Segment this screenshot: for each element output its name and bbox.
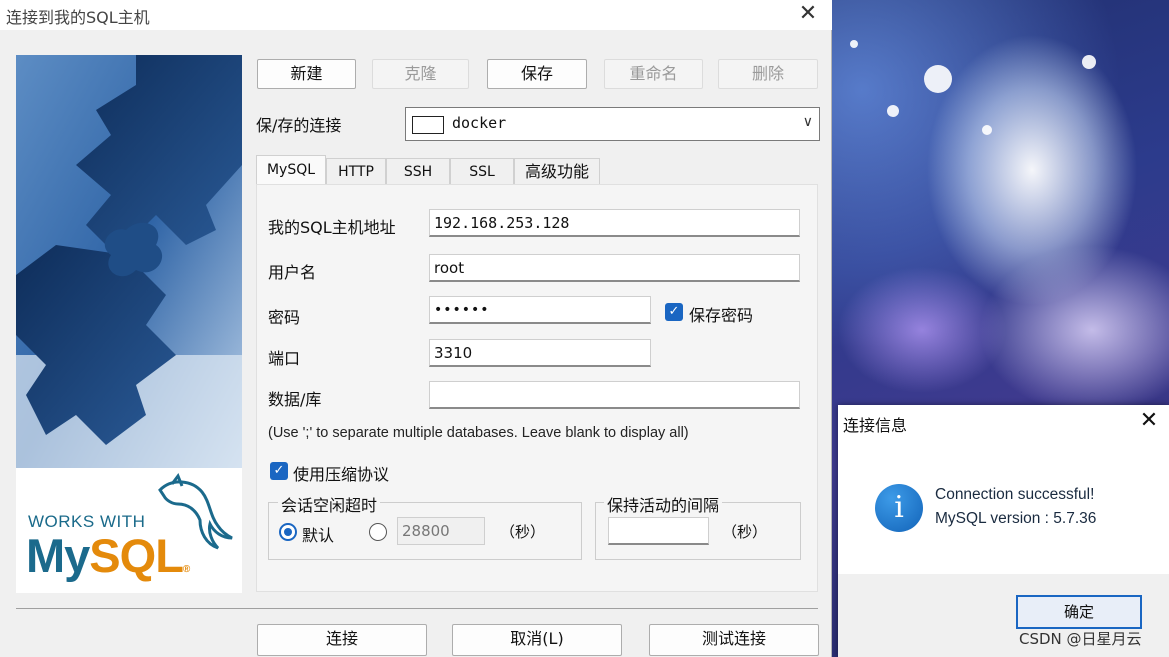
keepalive-unit-label: （秒） — [722, 523, 768, 541]
keepalive-title: 保持活动的间隔 — [604, 492, 723, 516]
saved-connections-select[interactable]: docker ∨ — [405, 107, 820, 141]
password-label: 密码 — [268, 308, 301, 327]
chevron-down-icon: ∨ — [802, 114, 813, 130]
saved-connection-value: docker — [452, 114, 507, 132]
connection-info-dialog: 连接信息 ✕ i Connection successful! MySQL ve… — [838, 405, 1169, 657]
username-input[interactable]: root — [429, 254, 800, 282]
password-input[interactable]: •••••• — [429, 296, 651, 324]
clone-button[interactable]: 克隆 — [372, 59, 469, 89]
database-input[interactable] — [429, 381, 800, 409]
rename-button[interactable]: 重命名 — [604, 59, 703, 89]
save-password-label: 保存密码 — [689, 306, 754, 325]
title-bar: 连接到我的SQL主机 ✕ — [0, 0, 832, 30]
wallpaper-bubble — [1082, 55, 1096, 69]
puzzle-image — [16, 55, 242, 468]
host-label: 我的SQL主机地址 — [268, 218, 396, 237]
connection-color-swatch — [412, 116, 444, 134]
side-banner: WORKS WITH MySQL® — [16, 55, 242, 593]
connection-dialog: 连接到我的SQL主机 ✕ WORKS WITH MySQL® 新建 克隆 保存 … — [0, 0, 832, 657]
tab-ssl[interactable]: SSL — [450, 158, 514, 184]
info-icon: i — [875, 484, 923, 532]
timeout-custom-radio[interactable] — [369, 523, 387, 541]
port-input[interactable]: 3310 — [429, 339, 651, 367]
wallpaper-bubble — [982, 125, 992, 135]
port-label: 端口 — [268, 349, 301, 368]
tab-mysql[interactable]: MySQL — [256, 155, 326, 185]
logo-mysql-my: My — [26, 529, 90, 582]
delete-button[interactable]: 删除 — [718, 59, 818, 89]
save-password-checkbox[interactable]: ✓ — [665, 303, 683, 321]
wallpaper-bubble — [887, 105, 899, 117]
compression-label: 使用压缩协议 — [293, 465, 390, 484]
info-body: i Connection successful! MySQL version :… — [838, 439, 1169, 574]
wallpaper-bubble — [850, 40, 858, 48]
info-message-line2: MySQL version : 5.7.36 — [935, 510, 1097, 527]
mysql-logo: WORKS WITH MySQL® — [16, 468, 242, 593]
timeout-default-label: 默认 — [302, 526, 335, 545]
compression-checkbox[interactable]: ✓ — [270, 462, 288, 480]
keepalive-input[interactable] — [608, 517, 709, 545]
session-timeout-title: 会话空闲超时 — [278, 492, 381, 516]
database-label: 数据/库 — [268, 390, 322, 409]
ok-button[interactable]: 确定 — [1016, 595, 1142, 629]
tab-http[interactable]: HTTP — [326, 158, 386, 184]
dolphin-icon — [158, 472, 233, 550]
timeout-unit-label: （秒） — [500, 523, 546, 541]
timeout-default-radio[interactable] — [279, 523, 297, 541]
connect-button[interactable]: 连接 — [257, 624, 427, 656]
save-button[interactable]: 保存 — [487, 59, 587, 89]
close-icon[interactable]: ✕ — [790, 0, 826, 30]
database-hint: (Use ';' to separate multiple databases.… — [268, 425, 689, 441]
host-input[interactable]: 192.168.253.128 — [429, 209, 800, 237]
watermark-text: CSDN @日星月云 — [1019, 630, 1142, 648]
new-button[interactable]: 新建 — [257, 59, 356, 89]
saved-connections-label: 保/存的连接 — [256, 116, 342, 135]
username-label: 用户名 — [268, 263, 317, 282]
info-title-bar: 连接信息 ✕ — [838, 405, 1169, 439]
info-dialog-title: 连接信息 — [843, 416, 908, 435]
cancel-button[interactable]: 取消(L) — [452, 624, 622, 656]
logo-registered-mark: ® — [182, 564, 190, 575]
window-title: 连接到我的SQL主机 — [6, 8, 150, 27]
tab-advanced[interactable]: 高级功能 — [514, 158, 600, 184]
test-connection-button[interactable]: 测试连接 — [649, 624, 819, 656]
wallpaper-bubble — [924, 65, 952, 93]
close-icon[interactable]: ✕ — [1134, 405, 1164, 439]
tab-ssh[interactable]: SSH — [386, 158, 450, 184]
timeout-seconds-input[interactable]: 28800 — [397, 517, 485, 545]
divider — [16, 608, 818, 609]
info-message-line1: Connection successful! — [935, 486, 1095, 503]
